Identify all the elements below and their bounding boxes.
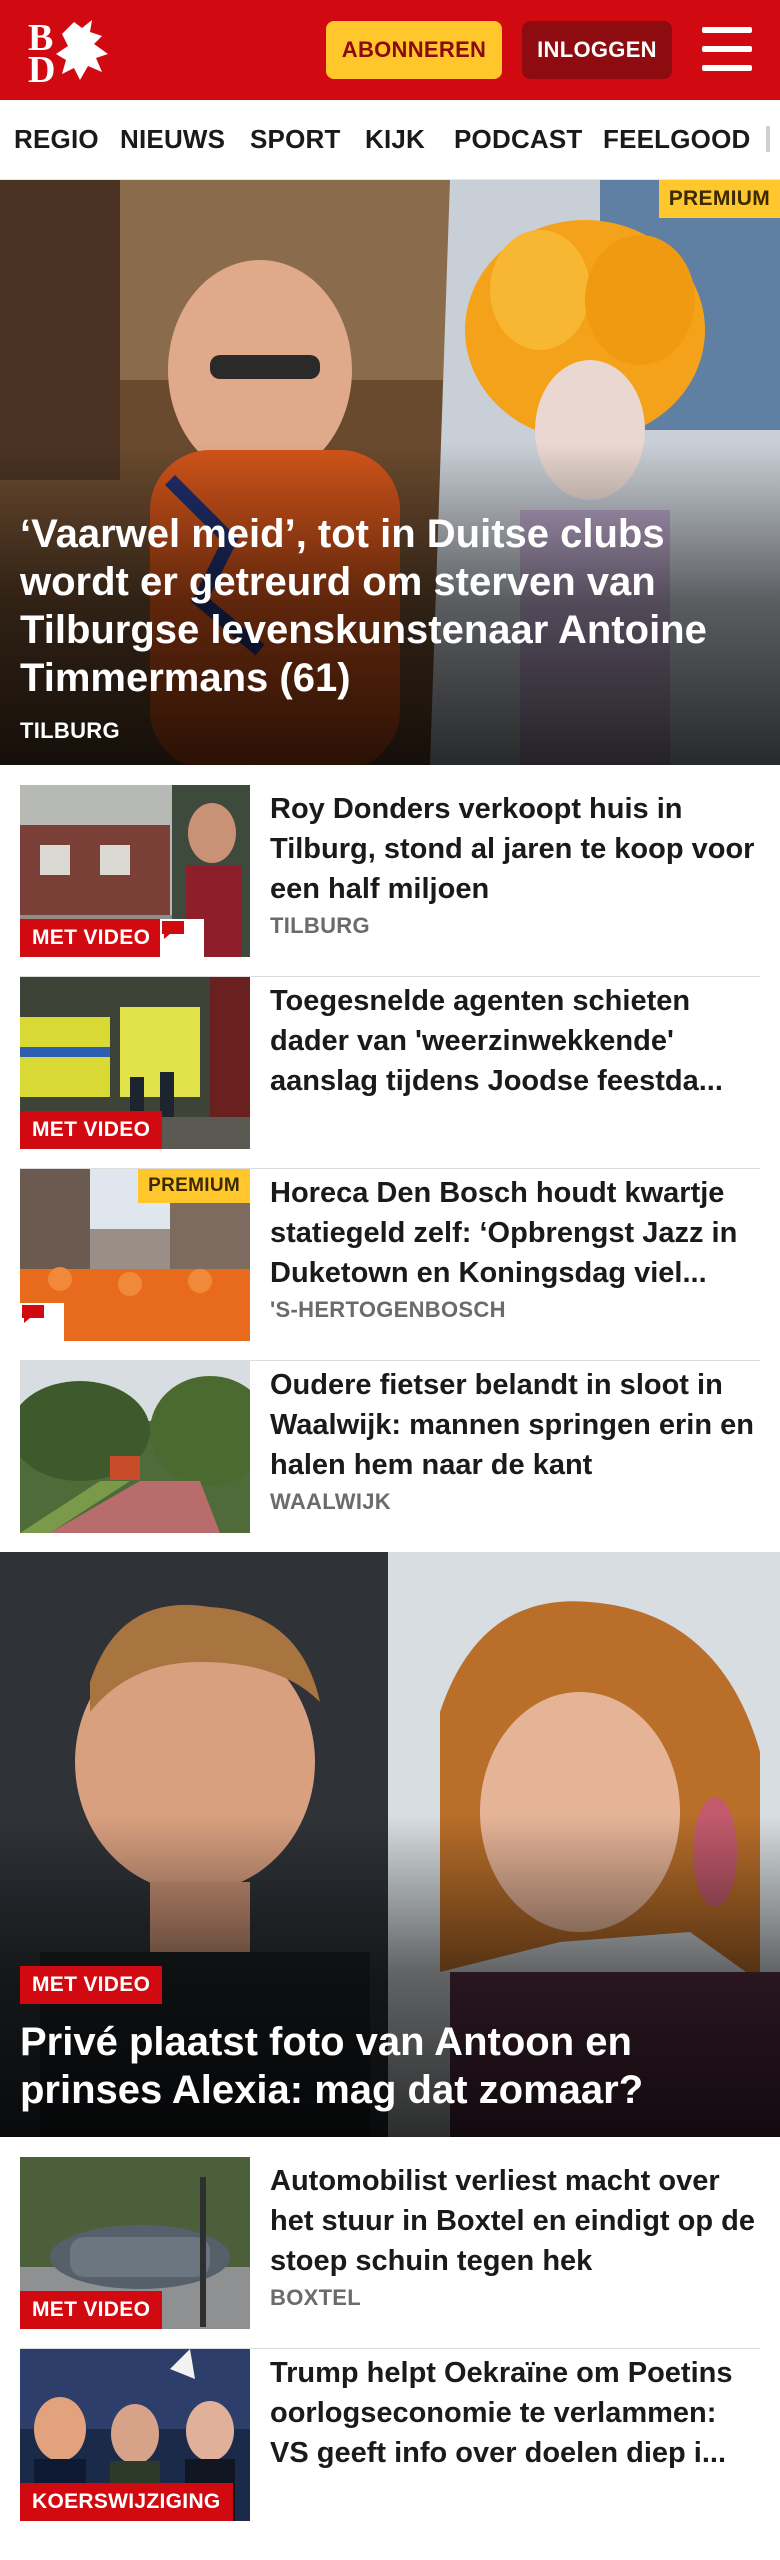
article-headline[interactable]: Oudere fietser belandt in sloot in Waalw… <box>270 1365 760 1485</box>
list-item[interactable]: MET VIDEO Automobilist verliest macht ov… <box>20 2157 760 2349</box>
nav-item-podcast[interactable]: PODCAST <box>454 124 583 155</box>
comment-icon <box>160 919 204 957</box>
feature-article[interactable]: MET VIDEO Privé plaatst foto van Antoon … <box>0 1552 780 2137</box>
article-location: TILBURG <box>270 913 370 938</box>
article-headline[interactable]: Horeca Den Bosch houdt kwartje statiegel… <box>270 1173 760 1293</box>
list-item[interactable]: KOERSWIJZIGING Trump helpt Oekraïne om P… <box>20 2349 760 2521</box>
article-headline[interactable]: Toegesnelde agenten schieten dader van '… <box>270 981 760 1101</box>
article-thumbnail: MET VIDEO <box>20 977 250 1149</box>
nav-item-sport[interactable]: SPORT <box>250 124 341 155</box>
video-badge: MET VIDEO <box>20 1966 163 2004</box>
article-thumbnail: MET VIDEO <box>20 2157 250 2329</box>
video-badge: MET VIDEO <box>20 919 163 957</box>
list-item[interactable]: PREMIUM Horeca Den Bosch houdt kwartje s… <box>20 1169 760 1361</box>
nav-overflow-indicator <box>766 126 770 152</box>
section-nav: REGIO NIEUWS SPORT KIJK PODCAST FEELGOOD <box>0 100 780 180</box>
login-button[interactable]: INLOGGEN <box>522 21 672 79</box>
subscribe-button[interactable]: ABONNEREN <box>326 21 502 79</box>
list-item[interactable]: MET VIDEO Roy Donders verkoopt huis in T… <box>20 785 760 977</box>
brand-logo[interactable]: B D <box>22 14 118 86</box>
feature-headline[interactable]: Privé plaatst foto van Antoon en prinses… <box>20 2018 760 2114</box>
top-bar: B D ABONNEREN INLOGGEN <box>0 0 780 100</box>
article-location: 'S-HERTOGENBOSCH <box>270 1297 506 1322</box>
video-badge: MET VIDEO <box>20 2291 163 2329</box>
article-headline[interactable]: Trump helpt Oekraïne om Poetins oorlogse… <box>270 2353 760 2473</box>
menu-bar <box>702 65 752 71</box>
article-headline[interactable]: Automobilist verliest macht over het stu… <box>270 2161 760 2281</box>
nav-item-nieuws[interactable]: NIEUWS <box>120 124 225 155</box>
article-thumbnail <box>20 1361 250 1533</box>
list-item[interactable]: Oudere fietser belandt in sloot in Waalw… <box>20 1361 760 1553</box>
menu-bar <box>702 27 752 33</box>
article-thumbnail: PREMIUM <box>20 1169 250 1341</box>
article-headline[interactable]: Roy Donders verkoopt huis in Tilburg, st… <box>270 789 760 909</box>
premium-badge: PREMIUM <box>138 1169 250 1203</box>
article-location: BOXTEL <box>270 2285 362 2310</box>
video-badge: MET VIDEO <box>20 1111 163 1149</box>
list-item[interactable]: MET VIDEO Toegesnelde agenten schieten d… <box>20 977 760 1169</box>
hamburger-menu-icon[interactable] <box>702 27 752 71</box>
hero-location: TILBURG <box>20 718 120 743</box>
nav-item-feelgood[interactable]: FEELGOOD <box>603 124 751 155</box>
category-badge: KOERSWIJZIGING <box>20 2483 233 2521</box>
article-location: WAALWIJK <box>270 1489 391 1514</box>
article-thumbnail: MET VIDEO <box>20 785 250 957</box>
nav-item-kijk[interactable]: KIJK <box>365 124 425 155</box>
hero-article[interactable]: PREMIUM ‘Vaarwel meid’, tot in Duitse cl… <box>0 180 780 765</box>
premium-badge: PREMIUM <box>658 180 780 218</box>
comment-icon <box>20 1303 64 1341</box>
svg-text:D: D <box>28 49 55 86</box>
nav-item-regio[interactable]: REGIO <box>14 124 99 155</box>
hero-headline[interactable]: ‘Vaarwel meid’, tot in Duitse clubs word… <box>20 510 760 702</box>
menu-bar <box>702 46 752 52</box>
article-thumbnail: KOERSWIJZIGING <box>20 2349 250 2521</box>
